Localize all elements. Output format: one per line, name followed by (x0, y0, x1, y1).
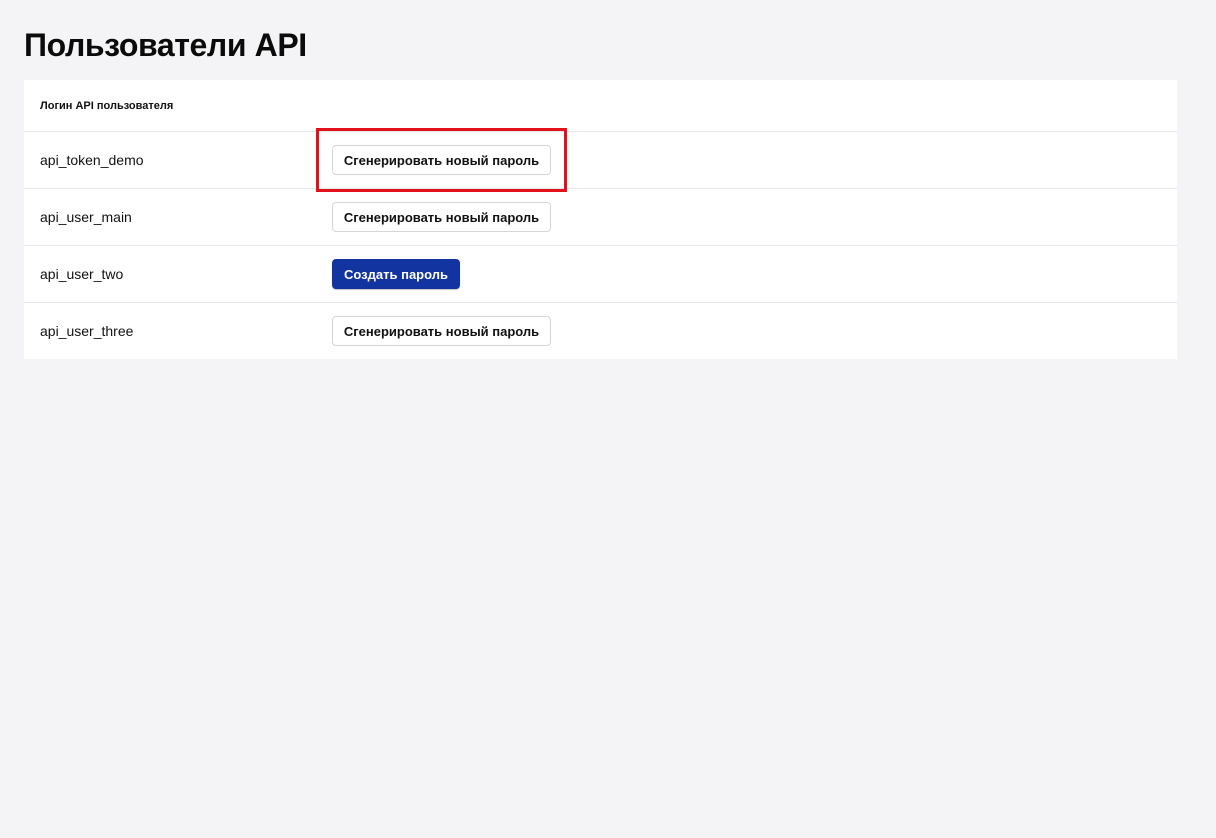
table-row: api_user_two Создать пароль (24, 246, 1177, 303)
api-user-login: api_user_two (40, 266, 124, 282)
create-password-button[interactable]: Создать пароль (332, 259, 460, 289)
api-user-login: api_user_three (40, 323, 134, 339)
generate-new-password-button[interactable]: Сгенерировать новый пароль (332, 202, 551, 232)
table-row: api_token_demo Сгенерировать новый парол… (24, 132, 1177, 189)
api-users-table: Логин API пользователя api_token_demo Сг… (24, 80, 1177, 359)
column-header-login: Логин API пользователя (40, 99, 174, 112)
page-title: Пользователи API (24, 27, 307, 63)
api-user-login: api_token_demo (40, 152, 144, 168)
generate-new-password-button[interactable]: Сгенерировать новый пароль (332, 145, 551, 175)
table-header: Логин API пользователя (24, 80, 1177, 132)
page: Пользователи API Логин API пользователя … (0, 0, 1216, 838)
table-row: api_user_main Сгенерировать новый пароль (24, 189, 1177, 246)
table-row: api_user_three Сгенерировать новый парол… (24, 303, 1177, 359)
generate-new-password-button[interactable]: Сгенерировать новый пароль (332, 316, 551, 346)
api-user-login: api_user_main (40, 209, 132, 225)
